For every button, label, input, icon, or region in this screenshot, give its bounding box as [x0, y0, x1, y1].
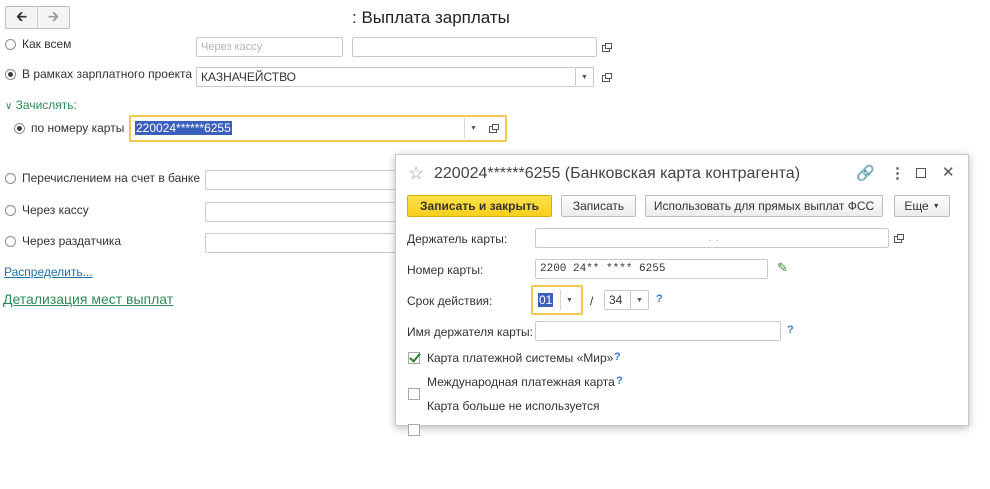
radio-bank-transfer-label: Перечислением на счет в банке: [22, 171, 200, 185]
holder-label: Держатель карты:: [407, 232, 508, 246]
checkbox-card-unused-label: Карта больше не используется: [427, 399, 600, 413]
radio-bank-transfer[interactable]: [5, 173, 16, 184]
holder-name-label: Имя держателя карты:: [407, 325, 534, 339]
holder-name-field[interactable]: [535, 321, 781, 341]
holder-value: . .: [708, 232, 720, 244]
more-button[interactable]: Еще ▼: [894, 195, 950, 217]
checkbox-international-card-label: Международная платежная карта: [427, 375, 615, 389]
radio-by-card-label: по номеру карты: [31, 121, 125, 135]
card-number-field[interactable]: 220024******6255: [131, 118, 464, 138]
open-icon: [893, 234, 904, 243]
radio-as-all-label: Как всем: [22, 37, 72, 51]
card-number-selected-text: 220024******6255: [135, 121, 232, 135]
holder-field[interactable]: . .: [535, 228, 889, 248]
distribute-link[interactable]: Распределить...: [4, 265, 93, 279]
credit-section-toggle[interactable]: ∨ Зачислять:: [5, 98, 77, 112]
validity-year-dropdown[interactable]: ▼: [631, 290, 649, 310]
as-all-value-field[interactable]: [352, 37, 597, 57]
dialog-title: 220024******6255 (Банковская карта контр…: [434, 165, 801, 182]
salary-project-dropdown[interactable]: ▼: [576, 67, 594, 87]
validity-month-field[interactable]: 01: [535, 290, 560, 310]
as-all-open-button[interactable]: [597, 37, 615, 57]
as-all-method-field[interactable]: Через кассу: [196, 37, 343, 57]
holder-open-button[interactable]: [889, 228, 907, 248]
mir-card-help-icon[interactable]: ?: [614, 351, 621, 363]
nav-buttons: 🡰 🡲: [5, 6, 70, 29]
radio-cash[interactable]: [5, 205, 16, 216]
radio-distributor-label: Через раздатчика: [22, 234, 122, 248]
validity-label: Срок действия:: [407, 294, 493, 308]
holder-name-help-icon[interactable]: ?: [787, 324, 794, 336]
validity-help-icon[interactable]: ?: [656, 293, 663, 305]
checkbox-mir-card-label: Карта платежной системы «Мир»: [427, 351, 614, 365]
card-number-open-button[interactable]: [484, 118, 502, 138]
radio-salary-project-label: В рамках зарплатного проекта: [22, 67, 193, 81]
validity-month-dropdown[interactable]: ▼: [560, 290, 578, 310]
radio-as-all[interactable]: [5, 39, 16, 50]
radio-cash-label: Через кассу: [22, 203, 89, 217]
pencil-icon[interactable]: ✎: [777, 260, 788, 276]
chevron-down-icon: ▼: [470, 124, 477, 132]
salary-project-field[interactable]: КАЗНАЧЕЙСТВО: [196, 67, 576, 87]
radio-salary-project[interactable]: [5, 69, 16, 80]
validity-month-value: 01: [538, 293, 554, 307]
open-icon: [488, 124, 499, 133]
open-icon: [601, 73, 612, 82]
chevron-down-icon: ▼: [636, 296, 643, 304]
international-card-help-icon[interactable]: ?: [616, 375, 623, 387]
checkbox-card-unused[interactable]: [408, 424, 420, 436]
checkbox-international-card[interactable]: [408, 388, 420, 400]
bank-card-dialog: ☆ 220024******6255 (Банковская карта кон…: [395, 154, 969, 436]
page-title: : Выплата зарплаты: [352, 8, 510, 27]
chevron-down-icon: ▼: [581, 73, 588, 81]
payout-details-link[interactable]: Детализация мест выплат: [3, 291, 173, 307]
arrow-left-icon: 🡰: [15, 7, 28, 24]
use-fss-button[interactable]: Использовать для прямых выплат ФСС: [645, 195, 883, 217]
forward-button[interactable]: 🡲: [37, 7, 69, 28]
star-icon[interactable]: ☆: [408, 163, 424, 184]
radio-by-card[interactable]: [14, 123, 25, 134]
close-icon[interactable]: ✕: [942, 163, 955, 181]
link-icon[interactable]: 🔗: [856, 164, 875, 182]
dialog-card-number-field[interactable]: 2200 24** **** 6255: [535, 259, 768, 279]
card-number-dropdown[interactable]: ▼: [464, 118, 482, 138]
distributor-field[interactable]: [205, 233, 395, 253]
salary-project-open-button[interactable]: [597, 67, 615, 87]
back-button[interactable]: 🡰: [6, 7, 37, 28]
validity-year-field[interactable]: 34: [604, 290, 631, 310]
card-number-label: Номер карты:: [407, 263, 484, 277]
radio-distributor[interactable]: [5, 236, 16, 247]
open-icon: [601, 43, 612, 52]
arrow-right-icon: 🡲: [47, 7, 60, 24]
save-and-close-button[interactable]: Записать и закрыть: [407, 195, 552, 217]
validity-separator: /: [590, 294, 594, 308]
credit-section-label: Зачислять:: [15, 98, 77, 112]
save-button[interactable]: Записать: [561, 195, 636, 217]
more-button-label: Еще: [904, 199, 929, 213]
checkbox-mir-card[interactable]: [408, 352, 420, 364]
chevron-down-icon: ▼: [932, 202, 940, 210]
more-vertical-icon[interactable]: ⋮: [890, 164, 905, 182]
bank-transfer-field[interactable]: [205, 170, 395, 190]
chevron-down-icon: ∨: [5, 101, 13, 112]
maximize-icon[interactable]: [916, 168, 926, 178]
chevron-down-icon: ▼: [566, 296, 573, 304]
cash-field[interactable]: [205, 202, 395, 222]
